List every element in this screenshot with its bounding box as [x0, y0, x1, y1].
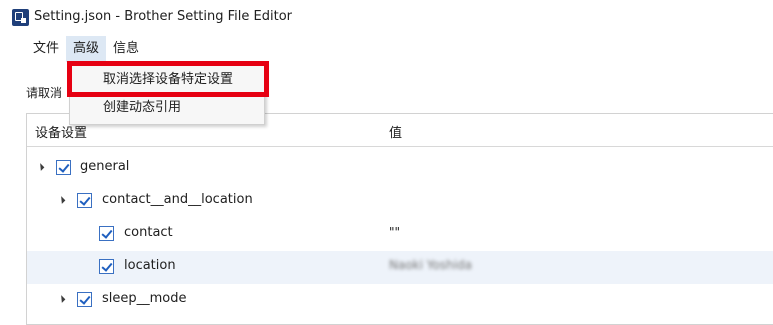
- tree-row-general[interactable]: general: [27, 152, 773, 185]
- menu-bar: 文件 高级 信息: [26, 36, 146, 62]
- column-header-value[interactable]: 值: [389, 122, 402, 141]
- settings-tree: 设备设置 值 general contact__and__location co…: [26, 113, 773, 325]
- checkbox-location[interactable]: [99, 259, 114, 274]
- menu-advanced[interactable]: 高级: [66, 36, 107, 62]
- tree-label: general: [80, 159, 130, 174]
- tree-row-sleep-mode[interactable]: sleep__mode: [27, 284, 773, 317]
- checkbox-sleep-mode[interactable]: [77, 292, 92, 307]
- expand-arrow-icon[interactable]: [57, 196, 66, 204]
- title-bar: Setting.json - Brother Setting File Edit…: [0, 0, 773, 34]
- menu-item-create-dynamic-reference[interactable]: 创建动态引用: [70, 94, 264, 122]
- checkbox-contact-and-location[interactable]: [77, 193, 92, 208]
- tree-row-contact[interactable]: contact "": [27, 218, 773, 251]
- tree-label: sleep__mode: [102, 291, 187, 306]
- menu-file[interactable]: 文件: [26, 36, 66, 62]
- highlight-box: [67, 61, 269, 97]
- expand-arrow-icon[interactable]: [57, 295, 66, 303]
- window-title: Setting.json - Brother Setting File Edit…: [34, 9, 292, 24]
- tree-value: "": [389, 225, 401, 239]
- menu-info[interactable]: 信息: [106, 36, 146, 62]
- checkbox-contact[interactable]: [99, 226, 114, 241]
- tree-label: contact: [124, 225, 173, 240]
- tree-row-contact-and-location[interactable]: contact__and__location: [27, 185, 773, 218]
- tree-row-location[interactable]: location Naoki Yoshida: [27, 251, 773, 284]
- checkbox-general[interactable]: [56, 160, 71, 175]
- tree-value: Naoki Yoshida: [389, 258, 473, 272]
- instruction-text: 请取消: [26, 86, 63, 100]
- expand-arrow-icon[interactable]: [36, 163, 45, 171]
- tree-label: contact__and__location: [102, 192, 253, 207]
- app-icon: [12, 9, 29, 26]
- tree-label: location: [124, 258, 176, 273]
